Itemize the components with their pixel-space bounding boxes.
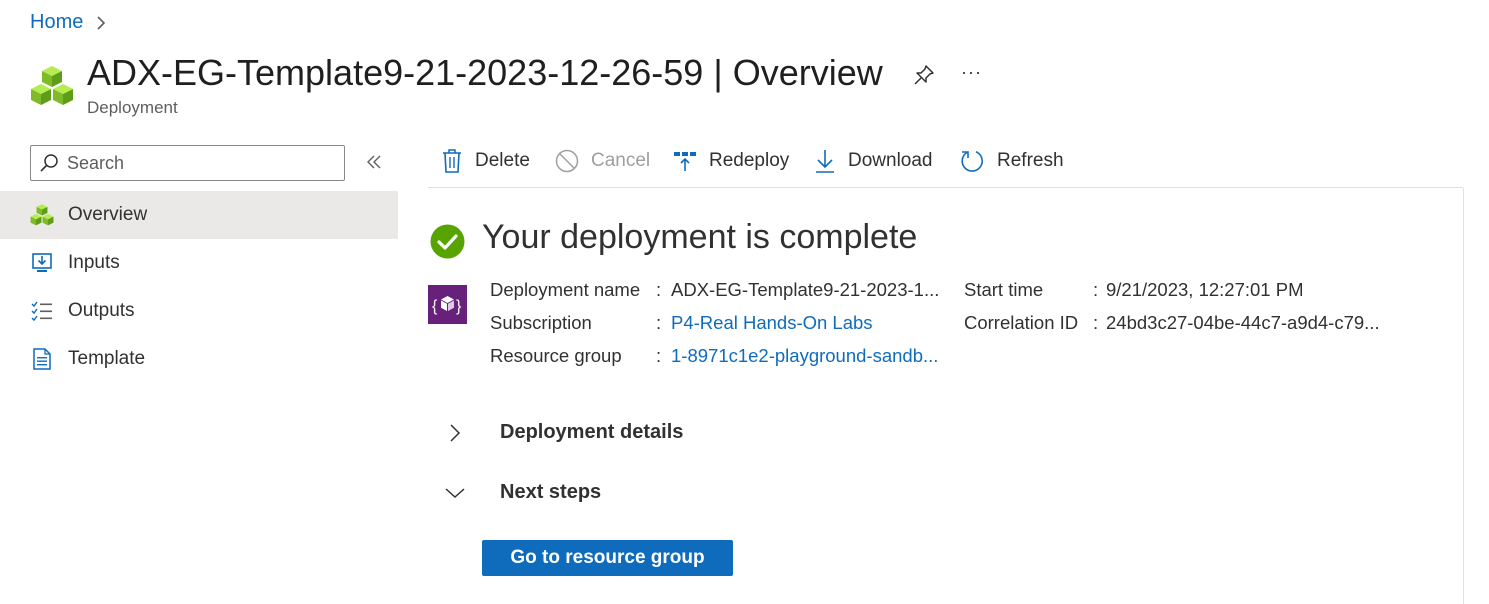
deployment-status-title: Your deployment is complete — [482, 218, 918, 256]
start-time-colon: : — [1093, 279, 1098, 301]
resource-group-colon: : — [656, 345, 661, 367]
deployment-name-label: Deployment name — [490, 279, 641, 300]
search-input[interactable] — [67, 152, 327, 174]
command-toolbar: Delete Cancel Redeploy Download Refresh — [428, 138, 1463, 188]
delete-button[interactable]: Delete — [441, 146, 530, 176]
cubes-icon — [30, 203, 54, 227]
sidebar-item-label: Outputs — [68, 300, 135, 321]
outputs-icon — [30, 299, 54, 323]
sidebar-item-outputs[interactable]: Outputs — [0, 287, 398, 335]
title-separator: | — [713, 52, 723, 93]
resource-group-label: Resource group — [490, 345, 622, 366]
success-check-icon — [430, 224, 465, 259]
colon: : — [656, 345, 662, 366]
document-icon — [30, 347, 54, 371]
deployment-name-value-row: ADX-EG-Template9-21-2023-1... — [671, 279, 939, 301]
download-icon — [814, 148, 836, 174]
cubes-icon — [30, 64, 74, 108]
resource-group-row: Resource group — [490, 345, 622, 367]
sidebar-nav: Overview Inputs Outputs Template — [0, 191, 398, 383]
deployment-template-icon: { } — [428, 285, 467, 324]
start-time-value: 9/21/2023, 12:27:01 PM — [1106, 279, 1304, 300]
sidebar-item-inputs[interactable]: Inputs — [0, 239, 398, 287]
page-title: ADX-EG-Template9-21-2023-12-26-59 | Over… — [87, 52, 883, 94]
sidebar-item-label: Inputs — [68, 252, 120, 273]
deployment-details-section[interactable]: Deployment details — [444, 421, 683, 444]
download-button[interactable]: Download — [814, 146, 933, 176]
pin-icon[interactable] — [913, 64, 935, 86]
start-time-value-row: 9/21/2023, 12:27:01 PM — [1106, 279, 1303, 301]
svg-text:{: { — [432, 298, 438, 315]
correlation-id-label: Correlation ID — [964, 312, 1079, 333]
colon: : — [1093, 279, 1099, 300]
scrollbar-track[interactable] — [1463, 188, 1464, 604]
correlation-id-value-row: 24bd3c27-04be-44c7-a9d4-c79... — [1106, 312, 1380, 334]
subscription-label: Subscription — [490, 312, 592, 333]
colon: : — [1093, 312, 1099, 333]
subscription-colon: : — [656, 312, 661, 334]
redeploy-button[interactable]: Redeploy — [673, 146, 789, 176]
chevron-right-icon — [444, 422, 466, 444]
refresh-icon — [959, 148, 985, 174]
start-time-label: Start time — [964, 279, 1044, 300]
more-options-icon[interactable]: ··· — [961, 62, 982, 83]
redeploy-label: Redeploy — [709, 150, 790, 171]
deployment-name-colon: : — [656, 279, 661, 301]
chevron-right-icon — [95, 15, 107, 31]
resource-group-value-row: 1-8971c1e2-playground-sandb... — [671, 345, 938, 367]
sidebar-item-label: Overview — [68, 204, 148, 225]
cancel-icon — [555, 149, 579, 173]
redeploy-icon — [673, 149, 697, 173]
search-box — [30, 145, 345, 181]
correlation-id-row: Correlation ID — [964, 312, 1078, 334]
refresh-button[interactable]: Refresh — [959, 146, 1064, 176]
chevron-down-icon — [444, 482, 466, 504]
breadcrumb: Home — [30, 11, 107, 34]
colon: : — [656, 312, 662, 333]
inputs-icon — [30, 251, 54, 275]
sidebar-item-overview[interactable]: Overview — [0, 191, 398, 239]
subscription-link[interactable]: P4-Real Hands-On Labs — [671, 312, 873, 333]
breadcrumb-home-link[interactable]: Home — [30, 11, 83, 34]
refresh-label: Refresh — [997, 150, 1064, 171]
next-steps-section[interactable]: Next steps — [444, 481, 601, 504]
deployment-name-value: ADX-EG-Template9-21-2023-1... — [671, 279, 940, 300]
sidebar-item-template[interactable]: Template — [0, 335, 398, 383]
resource-group-link[interactable]: 1-8971c1e2-playground-sandb... — [671, 345, 938, 366]
deployment-title: ADX-EG-Template9-21-2023-12-26-59 — [87, 52, 704, 93]
subscription-value-row: P4-Real Hands-On Labs — [671, 312, 873, 334]
subscription-row: Subscription — [490, 312, 592, 334]
svg-text:}: } — [456, 298, 462, 315]
next-steps-label: Next steps — [500, 481, 602, 503]
download-label: Download — [848, 150, 933, 171]
correlation-id-colon: : — [1093, 312, 1098, 334]
cancel-label: Cancel — [591, 150, 651, 171]
trash-icon — [441, 148, 463, 174]
search-icon — [40, 154, 58, 172]
start-time-row: Start time — [964, 279, 1043, 301]
deployment-details-label: Deployment details — [500, 421, 684, 443]
sidebar-item-label: Template — [68, 348, 146, 369]
deployment-name-row: Deployment name — [490, 279, 640, 301]
go-to-resource-group-button[interactable]: Go to resource group — [482, 540, 733, 576]
collapse-sidebar-icon[interactable] — [364, 152, 384, 172]
page-subtitle: Deployment — [87, 98, 178, 117]
cancel-button[interactable]: Cancel — [555, 146, 650, 176]
delete-label: Delete — [475, 150, 530, 171]
colon: : — [656, 279, 662, 300]
correlation-id-value: 24bd3c27-04be-44c7-a9d4-c79... — [1106, 312, 1380, 333]
title-section: Overview — [732, 52, 883, 93]
